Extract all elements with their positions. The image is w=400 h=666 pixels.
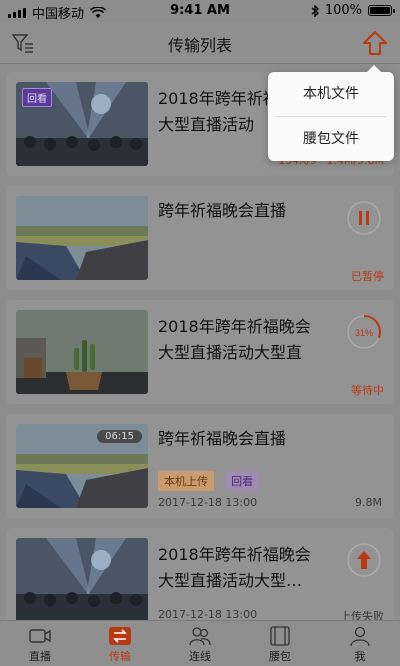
list-item[interactable]: 2018年跨年祈福晚会大型直播活动大型… 2017-12-18 13:00 上传…: [6, 528, 394, 620]
replay-badge: 回看: [22, 88, 52, 107]
cactus-thumbnail: [16, 310, 148, 394]
upload-icon[interactable]: [362, 29, 388, 57]
tab-transfer[interactable]: 传输: [80, 621, 160, 666]
nav-bar: 传输列表: [0, 22, 400, 64]
tab-label: 腰包: [269, 650, 291, 663]
tab-label: 连线: [189, 650, 211, 663]
battery-icon: [368, 5, 395, 16]
retry-upload-button[interactable]: [346, 542, 382, 578]
file-size: 9.8M: [355, 496, 382, 509]
tab-profile[interactable]: 我: [320, 621, 400, 666]
page-title: 传输列表: [167, 36, 232, 55]
local-upload-tag: 本机上传: [158, 471, 214, 491]
connect-icon: [189, 627, 211, 646]
duration-badge: 06:15: [97, 430, 142, 443]
tab-connect[interactable]: 连线: [160, 621, 240, 666]
tab-label: 传输: [109, 650, 131, 663]
item-title: 2018年跨年祈福晚会大型直播活动大型…: [158, 545, 311, 590]
replay-tag: 回看: [225, 471, 260, 491]
progress-percent: 31%: [355, 328, 373, 338]
status-bar: 中国移动 9:41 AM 100%: [0, 0, 400, 22]
item-title: 2018年跨年祈福晚会大型直播活动大型直: [158, 317, 311, 362]
item-title: 跨年祈福晚会直播: [158, 429, 287, 448]
pause-button[interactable]: [346, 200, 382, 236]
tab-label: 直播: [29, 650, 51, 663]
upload-source-menu: 本机文件 腰包文件: [268, 65, 394, 161]
profile-icon: [350, 626, 370, 647]
tab-waistbag[interactable]: 腰包: [240, 621, 320, 666]
menu-item-waistbag-file[interactable]: 腰包文件: [268, 117, 394, 161]
live-icon: [29, 629, 51, 643]
status-text: 等待中: [351, 384, 384, 397]
tag-group: 本机上传 回看: [158, 470, 265, 491]
field-thumbnail: 06:15: [16, 424, 148, 508]
battery-percent: 100%: [324, 3, 362, 18]
list-item[interactable]: 2018年跨年祈福晚会大型直播活动大型直 31% 等待中: [6, 300, 394, 404]
item-date: 2017-12-18 13:00: [158, 608, 258, 620]
item-date: 2017-12-18 13:00: [158, 496, 258, 509]
waistbag-icon: [270, 626, 290, 646]
tab-live[interactable]: 直播: [0, 621, 80, 666]
concert-thumbnail: 回看: [16, 82, 148, 166]
list-item[interactable]: 06:15 跨年祈福晚会直播 本机上传 回看 2017-12-18 13:00 …: [6, 414, 394, 518]
tab-label: 我: [354, 650, 366, 663]
progress-ring[interactable]: 31%: [346, 314, 382, 350]
field-thumbnail: [16, 196, 148, 280]
list-item[interactable]: 跨年祈福晚会直播 已暂停: [6, 186, 394, 290]
menu-item-local-file[interactable]: 本机文件: [268, 72, 394, 116]
tab-bar: 直播 传输 连线 腰包 我: [0, 620, 400, 666]
item-title: 跨年祈福晚会直播: [158, 201, 287, 220]
status-text: 上传失败: [340, 610, 384, 620]
status-text: 已暂停: [351, 270, 384, 283]
bluetooth-icon: [311, 4, 319, 17]
concert-thumbnail: [16, 538, 148, 620]
transfer-icon: [109, 627, 131, 645]
